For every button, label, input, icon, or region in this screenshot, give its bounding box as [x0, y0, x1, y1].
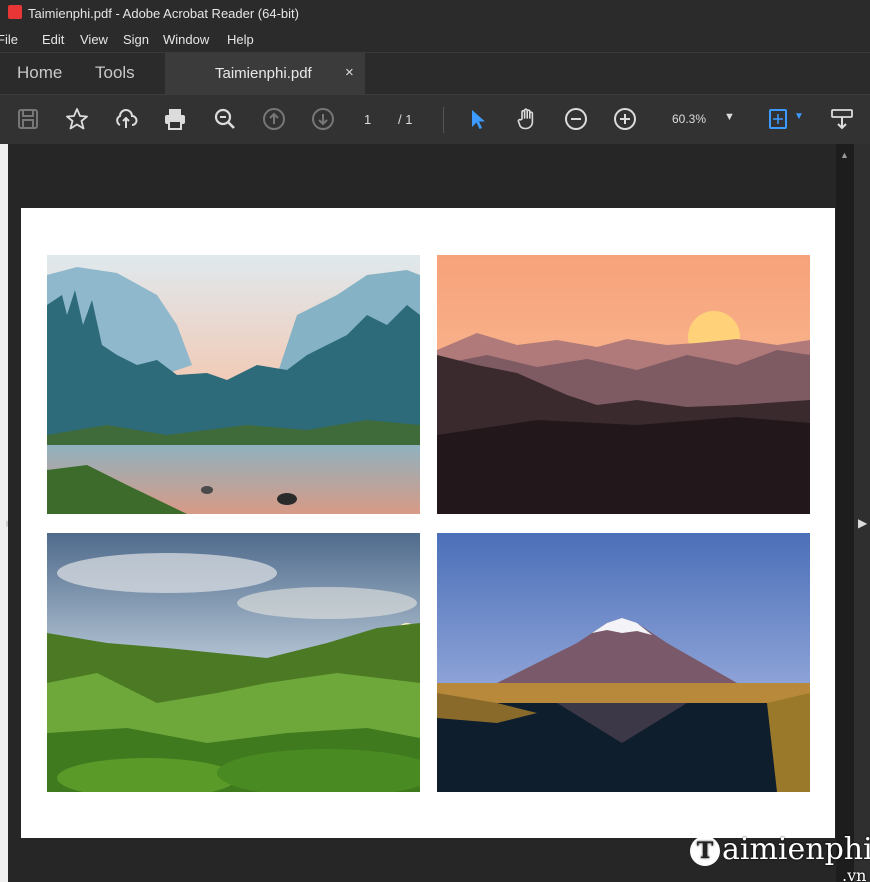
acrobat-window: Taimienphi.pdf - Adobe Acrobat Reader (6…: [0, 0, 870, 882]
fit-page-dropdown-icon[interactable]: ▼: [794, 111, 804, 122]
prev-page-icon[interactable]: [260, 105, 288, 133]
watermark-logo: Taimienphi .vn: [690, 832, 870, 882]
fit-page-icon[interactable]: [765, 105, 793, 133]
next-page-icon[interactable]: [309, 105, 337, 133]
menu-edit[interactable]: Edit: [42, 32, 64, 47]
menu-file[interactable]: File: [0, 32, 18, 47]
bookmark-star-icon[interactable]: [63, 105, 91, 133]
photo-valley-river: [47, 255, 420, 514]
tab-document-label: Taimienphi.pdf: [215, 65, 312, 82]
acrobat-app-icon: [8, 5, 22, 19]
select-cursor-icon[interactable]: [464, 105, 492, 133]
watermark-text: aimienphi: [722, 832, 870, 867]
vertical-scrollbar[interactable]: ▲: [836, 144, 854, 882]
menu-window[interactable]: Window: [163, 32, 209, 47]
save-icon[interactable]: [14, 105, 42, 133]
zoom-dropdown-chevron-icon[interactable]: ▼: [724, 111, 735, 123]
right-panel-toggle-icon[interactable]: ▶: [858, 516, 867, 530]
zoom-level-field[interactable]: 60.3%: [672, 112, 706, 126]
watermark-suffix: .vn: [842, 866, 867, 882]
hand-tool-icon[interactable]: [513, 105, 541, 133]
watermark-letter: T: [690, 836, 720, 866]
pdf-page: [21, 208, 835, 838]
scroll-mode-icon[interactable]: [828, 105, 856, 133]
menu-help[interactable]: Help: [227, 32, 254, 47]
menu-sign[interactable]: Sign: [123, 32, 149, 47]
print-icon[interactable]: [161, 105, 189, 133]
tab-bar: Home Tools Taimienphi.pdf ×: [0, 52, 870, 95]
right-panel-collapsed: ▶: [854, 144, 870, 882]
upload-cloud-icon[interactable]: [112, 105, 140, 133]
zoom-in-icon[interactable]: [611, 105, 639, 133]
page-number-input[interactable]: 1: [364, 112, 371, 127]
tab-close-button[interactable]: ×: [345, 64, 354, 81]
menu-bar: File Edit View Sign Window Help: [0, 26, 870, 52]
title-bar: Taimienphi.pdf - Adobe Acrobat Reader (6…: [0, 0, 870, 26]
zoom-out-icon[interactable]: [562, 105, 590, 133]
tab-document[interactable]: Taimienphi.pdf ×: [165, 53, 365, 95]
window-title: Taimienphi.pdf - Adobe Acrobat Reader (6…: [28, 6, 299, 21]
left-panel-edge: [0, 144, 8, 882]
tab-tools[interactable]: Tools: [95, 63, 135, 83]
photo-green-hills: [47, 533, 420, 792]
page-total: / 1: [398, 112, 413, 127]
scroll-up-icon[interactable]: ▲: [840, 150, 849, 160]
main-toolbar: 1 / 1 60.3% ▼ ▼: [0, 94, 870, 145]
photo-sunset-mountains: [437, 255, 810, 514]
photo-volcano-lake: [437, 533, 810, 792]
menu-view[interactable]: View: [80, 32, 108, 47]
toolbar-divider: [443, 107, 444, 133]
zoom-search-icon[interactable]: [211, 105, 239, 133]
tab-home[interactable]: Home: [17, 63, 62, 83]
